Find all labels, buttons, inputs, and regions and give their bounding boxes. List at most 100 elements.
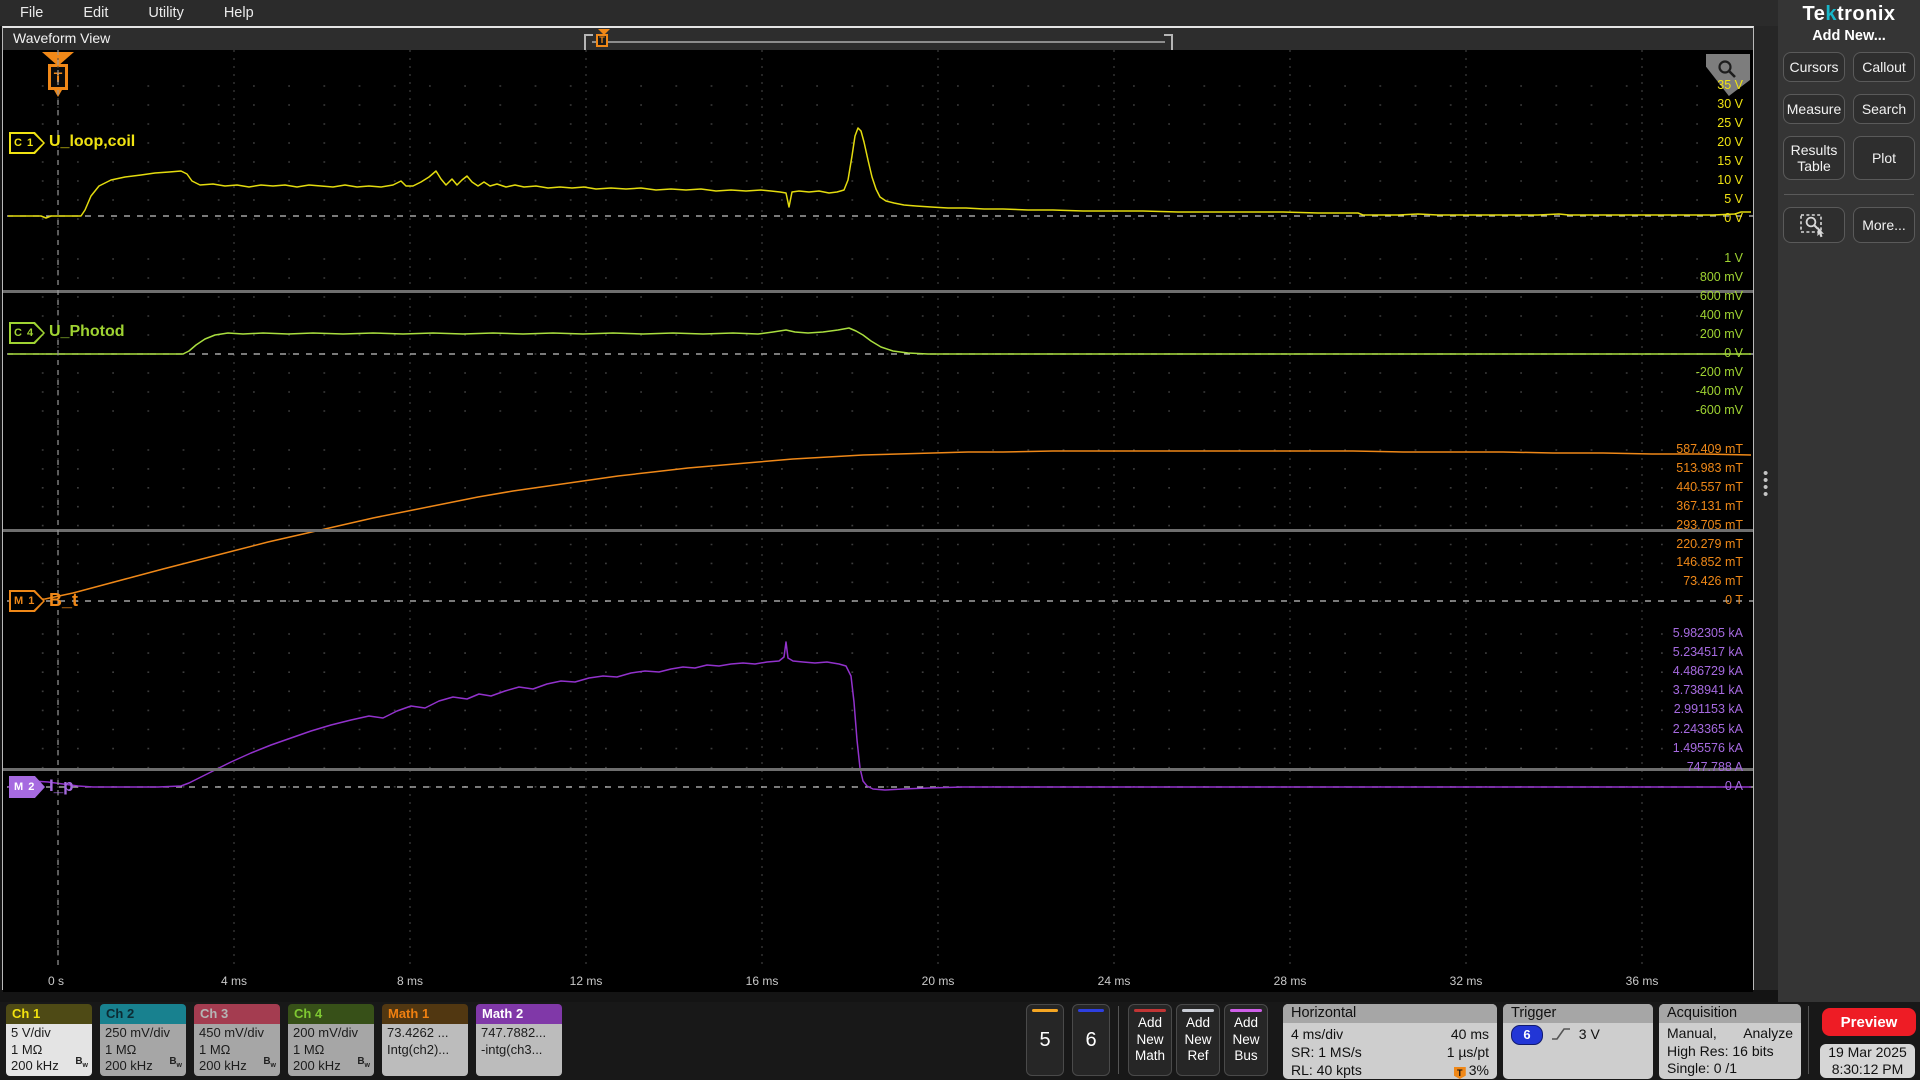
sidebar-button-callout[interactable]: Callout [1853,52,1915,82]
ch1-scale-label: 10 V [1717,173,1743,187]
rising-edge-icon [1551,1028,1570,1040]
add-new-math-button[interactable]: Add New Math [1128,1004,1172,1076]
ch4-scale-label: 200 mV [1699,327,1743,341]
ch1-scale-label: 30 V [1717,97,1743,111]
tekscope-app: File Edit Utility Help Waveform View T T [0,0,1920,1080]
minimap-trigger-marker[interactable]: T [596,29,612,49]
sidebar-button-search[interactable]: Search [1853,94,1915,124]
badge-settings: 5 V/div 1 MΩ 200 kHz Bw [6,1024,92,1076]
channel-color-stripe [1032,1009,1058,1012]
preview-button[interactable]: Preview [1822,1008,1916,1036]
sidebar-divider [1784,194,1914,195]
menu-utility[interactable]: Utility [148,5,183,21]
ch1-scale-label: 15 V [1717,154,1743,168]
math1-scale-label: 367.131 mT [1676,498,1743,513]
xaxis-tick-label: 4 ms [220,974,248,988]
badge-math2[interactable]: Math 2 747.7882... -intg(ch3... [476,1004,562,1076]
waveform-canvas[interactable] [3,50,1753,970]
ch1-scale-label: 0 V [1724,211,1743,225]
badge-line: 200 mV/div [293,1025,359,1040]
horizontal-panel[interactable]: Horizontal 4 ms/div 40 ms SR: 1 MS/s 1 µs/p… [1283,1004,1497,1079]
math1-scale-label: 587.409 mT [1676,442,1743,456]
channel-button-5[interactable]: 5 [1026,1004,1064,1076]
menu-bar: File Edit Utility Help [0,0,1778,26]
badge-math1[interactable]: Math 1 73.4262 ... Intg(ch2)... [382,1004,468,1076]
zoom-select-button[interactable] [1783,207,1845,243]
panel-splitter[interactable]: • • • • [1754,26,1778,990]
button-color-stripe [1230,1009,1262,1012]
horizontal-panel-title: Horizontal [1283,1004,1497,1023]
tab-waveform-view[interactable]: Waveform View [13,30,110,46]
ch1-scale-label: 5 V [1724,192,1743,206]
ch4-scale-label: 0 V [1724,346,1743,360]
ch4-scale-label: -200 mV [1695,365,1743,379]
badge-line: 5 V/div [11,1025,51,1040]
more-button[interactable]: More... [1853,207,1915,243]
splitter-handle-icon[interactable]: • • • • [1763,466,1768,502]
math1-waveform-name[interactable]: B_t [49,590,78,611]
trigger-source-badge: 6 [1511,1025,1543,1046]
badge-line: Intg(ch2)... [387,1041,450,1057]
xaxis-tick-label: 24 ms [1097,974,1131,988]
badge-title: Ch 4 [288,1004,374,1024]
trigger-panel[interactable]: Trigger 6 3 V [1503,1004,1653,1079]
trigger-panel-title: Trigger [1503,1004,1653,1023]
math2-waveform-name[interactable]: I_p [49,776,74,796]
ch4-waveform-name[interactable]: U_Photod [49,323,125,341]
badge-line: 73.4262 ... [387,1025,449,1040]
badge-ch2[interactable]: Ch 2 250 mV/div 1 MΩ 200 kHz Bw [100,1004,186,1076]
badge-line: 450 mV/div [199,1025,265,1040]
add-new-bus-button[interactable]: Add New Bus [1224,1004,1268,1076]
acquisition-single: Single: 0 /1 [1667,1060,1738,1076]
math1-scale-label: 293.705 mT [1676,517,1743,532]
ch4-scale-label: 1 V [1724,251,1743,265]
xaxis-tick-label: 0 s [47,974,65,988]
menu-help[interactable]: Help [224,5,254,21]
math2-scale-label: 5.982305 kA [1672,626,1743,640]
horizontal-row-right: 1 µs/pt [1446,1044,1489,1060]
math2-trace [7,641,1751,791]
acquisition-panel[interactable]: Acquisition Manual, Analyze High Res: 16… [1659,1004,1801,1079]
add-new-ref-button[interactable]: Add New Ref [1176,1004,1220,1076]
horizontal-position-minimap[interactable]: T [584,28,1173,53]
ch4-channel-tag[interactable]: C 4 [9,322,45,344]
tab-bar: Waveform View T [3,28,1753,53]
badge-settings: 747.7882... -intg(ch3... [476,1024,562,1076]
badge-line: 747.7882... [481,1025,547,1040]
ch1-scale-label: 20 V [1717,135,1743,149]
menu-file[interactable]: File [20,5,43,21]
ch4-scale-label: -600 mV [1695,403,1743,417]
badge-ch4[interactable]: Ch 4 200 mV/div 1 MΩ 200 kHz Bw [288,1004,374,1076]
badge-title: Math 1 [382,1004,468,1024]
badge-title: Ch 1 [6,1004,92,1024]
ch4-scale-label: -400 mV [1695,384,1743,398]
math1-channel-tag[interactable]: M 1 [9,590,45,612]
math2-channel-tag[interactable]: M 2 [9,776,45,798]
ch1-channel-tag[interactable]: C 1 [9,132,45,154]
trigger-level: 3 V [1578,1026,1600,1042]
math1-scale-label: 0 T [1725,593,1743,608]
badge-ch3[interactable]: Ch 3 450 mV/div 1 MΩ 200 kHz Bw [194,1004,280,1076]
waveform-plot-area[interactable]: T 35 V 30 V 25 V 20 V 15 V 10 V5 V0 VC 1 U_loo… [3,50,1753,992]
menu-edit[interactable]: Edit [83,5,108,21]
badge-title: Ch 2 [100,1004,186,1024]
trigger-marker-icon: T [1453,1067,1466,1079]
badge-ch1[interactable]: Ch 15 V/div 1 MΩ 200 kHz Bw [6,1004,92,1076]
sidebar-button-cursors[interactable]: Cursors [1783,52,1845,82]
horizontal-row-left: RL: 40 kpts [1291,1062,1362,1078]
sidebar-button-plot[interactable]: Plot [1853,136,1915,180]
math2-scale-label: 1.495576 kA [1672,740,1743,755]
acquisition-mode: Manual, [1667,1025,1717,1041]
xaxis-tick-label: 28 ms [1273,974,1307,988]
channel-button-6[interactable]: 6 [1072,1004,1110,1076]
ch4-scale-label: 400 mV [1699,308,1743,322]
sidebar-button-measure[interactable]: Measure [1783,94,1845,124]
badge-title: Math 2 [476,1004,562,1024]
horizontal-panel-body: 4 ms/div 40 ms SR: 1 MS/s 1 µs/pt RL: 40 kpt… [1283,1023,1497,1079]
xaxis-tick-label: 16 ms [745,974,779,988]
minimap-track [592,41,1165,43]
trigger-t-icon: T [596,34,608,47]
ch1-waveform-name[interactable]: U_loop,coil [49,133,135,151]
sidebar-button-results-table[interactable]: Results Table [1783,136,1845,180]
button-color-stripe [1134,1009,1166,1012]
